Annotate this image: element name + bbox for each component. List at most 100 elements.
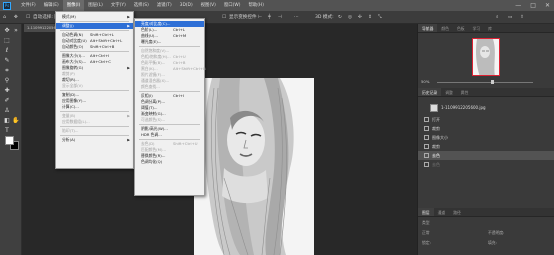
navigator-preview[interactable] [472,38,500,76]
menu-window[interactable]: 窗口(W) [220,0,245,11]
menu-item-label: 显示全部(V) [62,83,83,88]
rotate-3d-icon[interactable]: ↻ [338,14,342,21]
auto-select-checkbox[interactable]: ☐ [26,14,30,21]
image-menu-item[interactable]: 计算(C)... [56,104,133,110]
tab-properties[interactable]: 属性 [457,88,473,96]
minimize-icon[interactable]: — [515,2,521,9]
brush-tool-icon[interactable]: ✐ [3,97,11,105]
tools-panel: ✥ » ⬚ ℓ ✎ ⌗ ⚲ ✚ ✐ ♙ ◧ ✋ T [0,24,22,255]
zoom-slider-handle[interactable] [491,80,494,84]
home-icon[interactable]: ⌂ [3,14,6,21]
history-item[interactable]: 裁剪 [418,124,554,133]
fill-label: 填充: [488,240,497,245]
text-tool-icon[interactable]: T [3,127,11,135]
history-state-icon [424,126,429,131]
adjust-menu-item[interactable]: 曝光度(E)... [135,39,204,45]
navigator-zoom: 50% [421,79,551,85]
eyedropper-icon[interactable]: ⚲ [3,77,11,85]
mode-3d-label: 3D 模式: [315,15,334,20]
tab-learn[interactable]: 学习 [469,24,485,32]
menu-separator [139,139,200,140]
search-icon[interactable]: ⌕ [496,14,499,21]
menu-type[interactable]: 文字(Y) [107,0,130,11]
menu-file[interactable]: 文件(F) [17,0,40,11]
photoshop-logo: Ps [3,1,11,10]
share-icon[interactable]: ⇪ [520,14,524,21]
image-menu-item[interactable]: 分析(A) ▶ [56,137,133,143]
menu-help[interactable]: 帮助(H) [244,0,268,11]
menu-separator [60,21,129,22]
image-menu-item[interactable]: 自动颜色(O) Shift+Ctrl+B [56,44,133,50]
roll-3d-icon[interactable]: ◎ [348,14,352,21]
menu-filter[interactable]: 滤镜(T) [153,0,176,11]
history-item[interactable]: 图像大小 [418,133,554,142]
history-snapshot[interactable]: 1-1109912205600.jpg [418,103,554,113]
tab-navigator[interactable]: 导航器 [418,24,438,32]
show-transform-checkbox[interactable]: ☐ [222,14,226,21]
menu-view[interactable]: 视图(V) [197,0,220,11]
slide-3d-icon[interactable]: ⇕ [368,14,372,21]
adjust-menu-item: 颜色查找... [135,84,204,90]
layer-kind-filter[interactable]: 类型 [422,220,430,226]
healing-brush-icon[interactable]: ✚ [3,87,11,95]
distribute-icon[interactable]: ⋯ [294,14,299,21]
zoom-percent[interactable]: 50% [421,79,429,85]
blend-mode-dropdown[interactable]: 正常 [422,230,430,236]
image-menu-item[interactable]: 模式(M) ▶ [56,14,133,20]
scale-3d-icon[interactable]: ⤡ [378,14,382,21]
history-item-undone[interactable]: 去色 [418,160,554,169]
image-menu-item: 显示全部(V) [56,83,133,89]
align-right-icon[interactable]: ⊣ [278,14,282,21]
tab-swatches[interactable]: 色板 [453,24,469,32]
menu-item-label: 自动颜色(O) [62,44,84,49]
menu-layer[interactable]: 图层(L) [84,0,107,11]
align-left-icon[interactable]: ⊢ [258,14,262,21]
history-item[interactable]: 打开 [418,115,554,124]
maximize-icon[interactable]: □ [530,2,536,9]
menu-select[interactable]: 选择(S) [130,0,153,11]
hand-tool-icon[interactable]: ✋ [12,117,20,125]
snapshot-name: 1-1109912205600.jpg [441,105,486,110]
menu-item-shortcut: Shift+Ctrl+B [90,44,115,49]
tab-channels[interactable]: 通道 [434,208,450,216]
workspace-icon[interactable]: ▭ [508,14,512,21]
eraser-tool-icon[interactable]: ◧ [3,117,11,125]
tab-history[interactable]: 历史记录 [418,88,442,96]
move-tool-icon[interactable]: ✥ [3,27,11,35]
history-state-icon [424,162,429,167]
align-center-icon[interactable]: ╪ [268,14,271,21]
image-menu-item: 陷印(T)... [56,128,133,134]
zoom-slider-track[interactable] [437,82,533,83]
quick-select-icon[interactable]: ✎ [3,57,11,65]
adjust-menu-item[interactable]: 色调均化(Q) [135,159,204,165]
foreground-color-swatch[interactable] [5,136,14,145]
clone-stamp-icon[interactable]: ♙ [3,107,11,115]
tab-libraries[interactable]: 库 [484,24,496,32]
menu-separator [60,111,129,112]
menu-item-label: 陷印(T)... [62,128,79,133]
menu-3d[interactable]: 3D(D) [176,0,197,11]
adjust-menu-item[interactable]: HDR 色调... [135,132,204,138]
drag-3d-icon[interactable]: ✣ [358,14,362,21]
show-transform-label: 显示变换控件 [229,15,257,20]
tab-adjustments[interactable]: 调整 [441,88,457,96]
history-state-icon [424,144,429,149]
close-icon[interactable]: ✕ [545,2,550,9]
tab-layers[interactable]: 图层 [418,208,434,216]
menu-edit[interactable]: 编辑(E) [40,0,63,11]
toolbar-expand-icon[interactable]: » [12,27,20,35]
lasso-tool-icon[interactable]: ℓ [3,47,11,55]
menu-separator [60,90,129,91]
menu-item-label: 颜色查找... [141,84,160,89]
marquee-tool-icon[interactable]: ⬚ [3,37,11,45]
move-tool-icon[interactable]: ✥ [14,14,18,21]
history-state-icon [424,153,429,158]
history-item[interactable]: 裁剪 [418,142,554,151]
submenu-arrow-icon: ▶ [127,138,130,142]
tab-color[interactable]: 颜色 [437,24,453,32]
history-item-selected[interactable]: 去色 [418,151,554,160]
tab-paths[interactable]: 路径 [449,208,465,216]
menu-image[interactable]: 图像(I) [62,0,85,11]
crop-tool-icon[interactable]: ⌗ [3,67,11,75]
image-menu-item[interactable]: 调整(J) ▶ [56,23,133,29]
